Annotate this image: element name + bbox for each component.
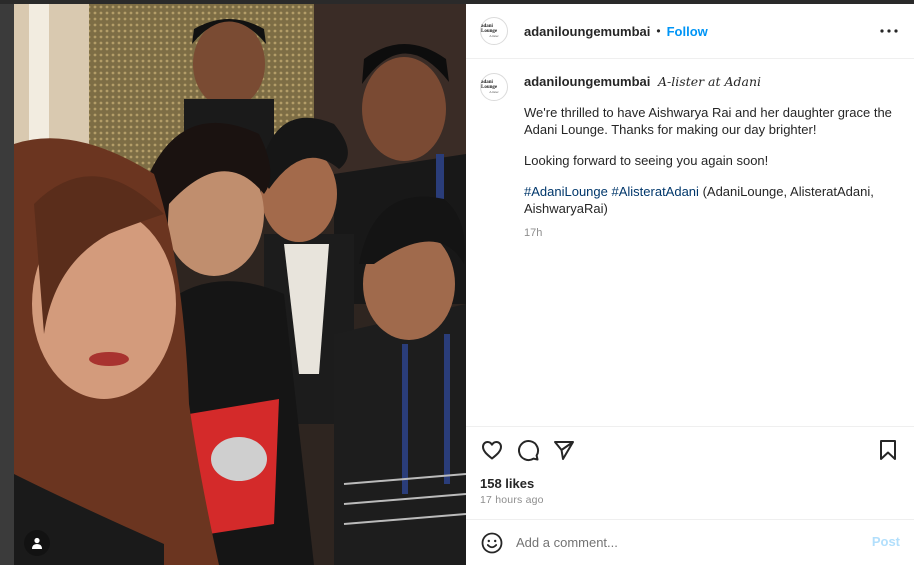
like-button[interactable] — [480, 438, 504, 462]
bookmark-icon — [880, 440, 896, 460]
caption-paragraph-1: We're thrilled to have Aishwarya Rai and… — [524, 105, 892, 137]
user-tag-icon — [32, 537, 42, 549]
post-time-ago[interactable]: 17 hours ago — [480, 494, 544, 506]
caption-avatar-logo-subtext: A-lister — [489, 90, 499, 94]
header-separator: • — [656, 24, 661, 38]
user-tag-button[interactable] — [24, 530, 50, 556]
avatar-logo-subtext: A-lister — [489, 34, 499, 38]
save-button[interactable] — [876, 438, 900, 462]
comment-bar: Post — [466, 520, 914, 565]
more-options-button[interactable] — [880, 22, 898, 40]
caption-paragraph-2: Looking forward to seeing you again soon… — [524, 153, 769, 168]
group-selfie-image — [14, 4, 466, 565]
caption-timestamp[interactable]: 17h — [524, 225, 900, 242]
caption-title: A-lister at Adani — [658, 74, 762, 89]
comment-input[interactable] — [516, 535, 856, 550]
likes-count[interactable]: 158 likes — [480, 476, 534, 491]
post-comment-button[interactable]: Post — [872, 534, 900, 549]
post-details-panel: adani Lounge A-lister adaniloungemumbai … — [466, 4, 914, 565]
action-bar — [480, 438, 900, 462]
post-caption: adani Lounge A-lister adaniloungemumbai … — [480, 73, 900, 242]
account-avatar[interactable]: adani Lounge A-lister — [480, 17, 508, 45]
caption-avatar-logo-text: adani Lounge — [481, 80, 498, 90]
comment-icon — [518, 440, 540, 462]
send-icon — [554, 441, 574, 460]
follow-button[interactable]: Follow — [667, 24, 708, 39]
divider — [466, 426, 914, 427]
caption-username[interactable]: adaniloungemumbai — [524, 74, 650, 89]
header-username[interactable]: adaniloungemumbai — [524, 24, 650, 39]
post-photo[interactable] — [14, 4, 466, 565]
share-button[interactable] — [552, 438, 576, 462]
caption-avatar[interactable]: adani Lounge A-lister — [480, 73, 508, 101]
caption-body: adaniloungemumbai A-lister at Adani We'r… — [524, 73, 900, 242]
hashtag-link[interactable]: #AdaniLounge — [524, 184, 608, 199]
heart-icon — [482, 441, 502, 460]
more-icon — [880, 29, 898, 33]
hashtag-link[interactable]: #AlisteratAdani — [611, 184, 698, 199]
avatar-logo-text: adani Lounge — [481, 24, 498, 34]
emoji-button[interactable] — [480, 531, 504, 555]
post-header: adani Lounge A-lister adaniloungemumbai … — [466, 4, 914, 59]
emoji-icon — [481, 532, 503, 553]
caption-hashtags: #AdaniLounge #AlisteratAdani (AdaniLoung… — [524, 183, 900, 217]
comment-button[interactable] — [516, 438, 540, 462]
